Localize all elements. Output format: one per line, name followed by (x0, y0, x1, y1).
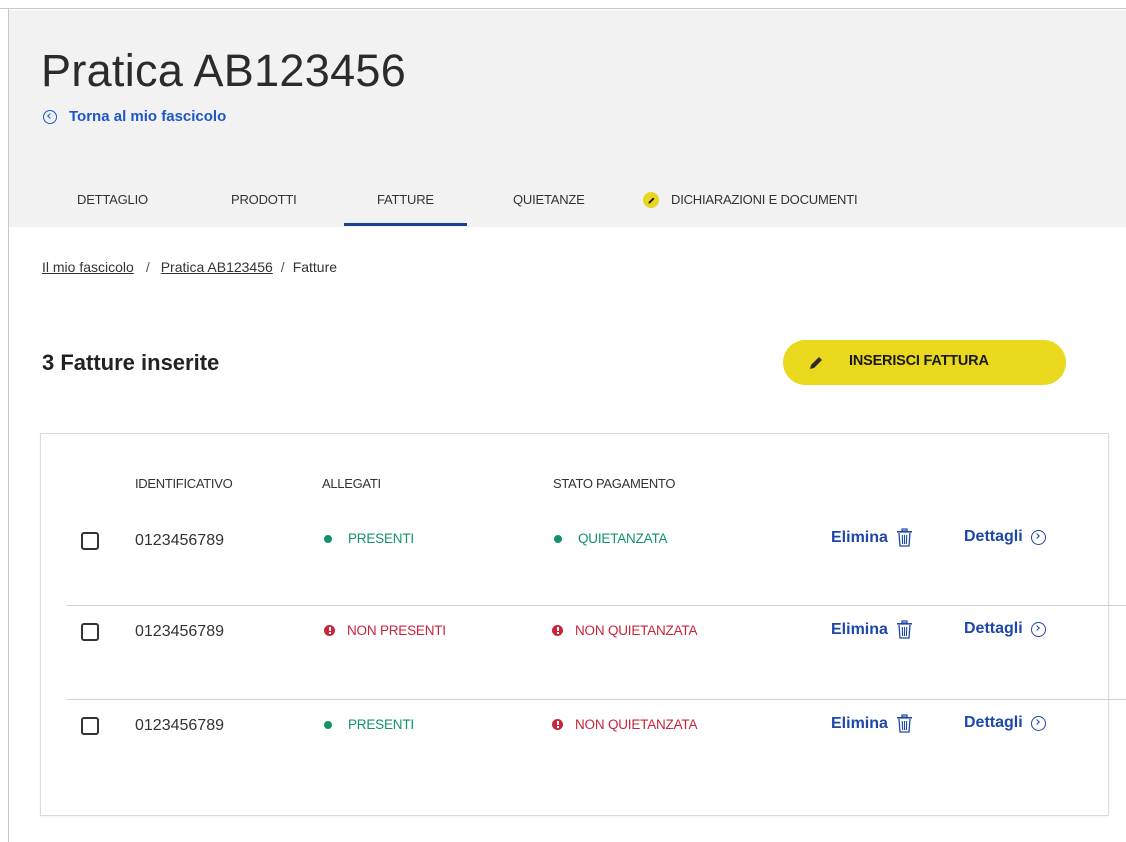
breadcrumb-link-pratica[interactable]: Pratica AB123456 (161, 259, 273, 275)
invoices-table: IDENTIFICATIVO ALLEGATI STATO PAGAMENTO … (40, 433, 1126, 816)
breadcrumb: Il mio fascicolo / Pratica AB123456 / Fa… (42, 259, 337, 275)
status-dot-icon (324, 720, 332, 729)
details-link[interactable]: Dettagli (964, 528, 1046, 546)
breadcrumb-separator: / (145, 259, 150, 275)
trash-icon (896, 620, 912, 639)
row-checkbox[interactable] (81, 717, 99, 735)
table-row: 0123456789 NON PRESENTI NON QUIETANZATA … (41, 606, 1126, 700)
attachments-status: NON PRESENTI (324, 623, 446, 638)
column-header-identificativo: IDENTIFICATIVO (135, 476, 233, 491)
row-checkbox[interactable] (81, 532, 99, 550)
invoices-count-title: 3 Fatture inserite (42, 350, 220, 375)
page-header: Pratica AB123456 Torna al mio fascicolo … (9, 10, 1126, 227)
alert-icon (324, 625, 335, 636)
tab-label: PRODOTTI (231, 192, 297, 207)
column-header-allegati: ALLEGATI (322, 476, 381, 491)
back-link-label: Torna al mio fascicolo (69, 108, 227, 125)
breadcrumb-link-fascicolo[interactable]: Il mio fascicolo (42, 259, 134, 275)
delete-button[interactable]: Elimina (831, 620, 913, 640)
tab-label: DICHIARAZIONI E DOCUMENTI (671, 192, 858, 207)
tab-label: QUIETANZE (513, 192, 585, 207)
insert-invoice-button[interactable]: INSERISCI FATTURA (783, 340, 1066, 385)
chevron-right-circle-icon (1030, 715, 1046, 731)
details-link[interactable]: Dettagli (964, 714, 1046, 732)
table-row: 0123456789 PRESENTI QUIETANZATA Elimina … (41, 512, 1126, 606)
alert-icon (552, 625, 563, 636)
attachments-status: PRESENTI (324, 531, 414, 546)
insert-invoice-label: INSERISCI FATTURA (849, 353, 989, 369)
top-frame (0, 0, 1126, 9)
invoice-id: 0123456789 (135, 532, 224, 549)
payment-status-label: QUIETANZATA (578, 531, 668, 546)
attachments-status-label: NON PRESENTI (347, 623, 446, 638)
trash-icon (896, 714, 912, 733)
chevron-right-circle-icon (1030, 621, 1046, 637)
breadcrumb-current: Fatture (292, 259, 338, 275)
attachments-status-label: PRESENTI (348, 717, 414, 732)
column-header-stato-pagamento: STATO PAGAMENTO (553, 476, 676, 491)
payment-status: NON QUIETANZATA (552, 717, 697, 732)
delete-label: Elimina (831, 621, 888, 638)
details-link[interactable]: Dettagli (964, 620, 1046, 638)
details-label: Dettagli (964, 620, 1023, 637)
attachments-status: PRESENTI (324, 717, 414, 732)
tab-label: DETTAGLIO (77, 192, 148, 207)
chevron-right-circle-icon (1030, 529, 1046, 545)
trash-icon (896, 528, 912, 547)
back-link[interactable]: Torna al mio fascicolo (43, 108, 226, 125)
breadcrumb-separator: / (280, 259, 285, 275)
attachments-status-label: PRESENTI (348, 531, 414, 546)
alert-icon (552, 719, 563, 730)
payment-status: NON QUIETANZATA (552, 623, 697, 638)
status-dot-icon (554, 534, 562, 543)
tab-prodotti[interactable]: PRODOTTI (231, 188, 297, 228)
tab-fatture[interactable]: FATTURE (344, 188, 467, 228)
tab-dichiarazioni-documenti[interactable]: DICHIARAZIONI E DOCUMENTI (643, 188, 858, 228)
delete-button[interactable]: Elimina (831, 528, 913, 548)
invoice-id: 0123456789 (135, 717, 224, 734)
payment-status-label: NON QUIETANZATA (575, 623, 698, 638)
details-label: Dettagli (964, 714, 1023, 731)
delete-label: Elimina (831, 715, 888, 732)
delete-label: Elimina (831, 529, 888, 546)
tab-label: FATTURE (377, 192, 434, 207)
status-dot-icon (324, 534, 332, 543)
pencil-icon (810, 355, 824, 369)
delete-button[interactable]: Elimina (831, 714, 913, 734)
payment-status-label: NON QUIETANZATA (575, 717, 698, 732)
tab-dettaglio[interactable]: DETTAGLIO (77, 188, 148, 228)
chevron-left-circle-icon (43, 109, 57, 124)
tab-bar: DETTAGLIO PRODOTTI FATTURE QUIETANZE DIC… (9, 188, 1126, 228)
row-checkbox[interactable] (81, 623, 99, 641)
table-row: 0123456789 PRESENTI NON QUIETANZATA Elim… (41, 700, 1110, 794)
details-label: Dettagli (964, 528, 1023, 545)
tab-quietanze[interactable]: QUIETANZE (513, 188, 585, 228)
pencil-icon (643, 192, 659, 208)
page-title: Pratica AB123456 (41, 45, 407, 96)
payment-status: QUIETANZATA (554, 531, 668, 546)
invoice-id: 0123456789 (135, 623, 224, 640)
